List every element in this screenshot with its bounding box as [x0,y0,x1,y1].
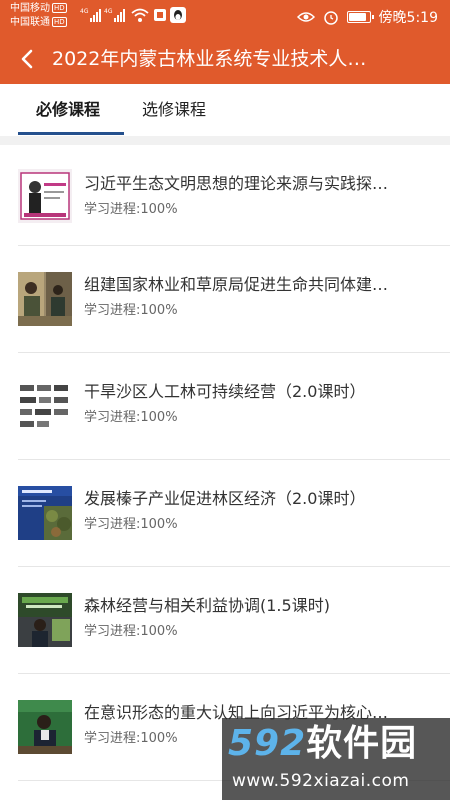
course-thumbnail [18,169,72,223]
battery-fill [348,13,366,21]
course-tabs: 必修课程 选修课程 [0,84,450,136]
watermark-logo-number: 592 [228,723,307,764]
course-title: 习近平生态文明思想的理论来源与实践探… [84,174,389,193]
course-progress: 学习进程:100% [84,202,178,217]
hd-badge: HD [52,3,67,13]
course-item[interactable]: 发展榛子产业促进林区经济（2.0课时） 学习进程:100% [18,460,450,567]
alarm-icon [323,11,338,25]
network-4g-label: 4G [104,8,113,15]
signal-icon: 4G [80,8,101,22]
wifi-icon [131,8,149,22]
carrier-1-label: 中国移动 [10,3,50,14]
notification-app-icon [154,9,166,21]
course-title: 发展榛子产业促进林区经济（2.0课时） [84,489,366,508]
watermark: 592软件园 www.592xiazai.com [222,718,450,800]
carrier-1: 中国移动 HD [10,3,67,14]
watermark-logo: 592软件园 [228,722,417,766]
course-title: 组建国家林业和草原局促进生命共同体建… [84,275,389,294]
watermark-logo-text: 软件园 [306,723,418,764]
battery-icon [346,11,374,23]
course-progress: 学习进程:100% [84,303,178,318]
course-item[interactable]: 习近平生态文明思想的理论来源与实践探… 学习进程:100% [18,145,450,246]
app-bar: 2022年内蒙古林业系统专业技术人… [0,34,450,84]
status-right: 傍晚5:19 [296,7,438,27]
course-item[interactable]: 组建国家林业和草原局促进生命共同体建… 学习进程:100% [18,246,450,353]
network-4g-label: 4G [80,8,89,15]
course-progress: 学习进程:100% [84,410,178,425]
course-progress: 学习进程:100% [84,517,178,532]
eye-icon [296,12,315,22]
course-title: 干旱沙区人工林可持续经营（2.0课时） [84,382,366,401]
course-item[interactable]: 森林经营与相关利益协调(1.5课时) 学习进程:100% [18,567,450,674]
course-progress: 学习进程:100% [84,731,178,746]
watermark-url: www.592xiazai.com [232,771,410,791]
tab-elective-courses[interactable]: 选修课程 [142,98,206,122]
section-divider [0,136,450,145]
clock: 傍晚5:19 [378,10,438,26]
status-bar: 中国移动 HD 中国联通 HD 4G 4G 傍晚5:19 [0,0,450,34]
hd-badge: HD [52,17,67,27]
course-list: 习近平生态文明思想的理论来源与实践探… 学习进程:100% 组建国家林业和草原局… [0,145,450,781]
course-item[interactable]: 干旱沙区人工林可持续经营（2.0课时） 学习进程:100% [18,353,450,460]
course-progress: 学习进程:100% [84,624,178,639]
course-thumbnail [18,272,72,326]
course-title: 森林经营与相关利益协调(1.5课时) [84,596,330,615]
carrier-2: 中国联通 HD [10,17,67,28]
qq-icon [170,7,186,23]
course-thumbnail [18,700,72,754]
course-thumbnail [18,486,72,540]
course-thumbnail [18,379,72,433]
course-thumbnail [18,593,72,647]
signal-icon: 4G [104,8,125,22]
carrier-2-label: 中国联通 [10,17,50,28]
tab-indicator [18,132,124,135]
back-arrow-icon[interactable] [14,46,42,72]
page-title: 2022年内蒙古林业系统专业技术人… [52,48,367,70]
tab-required-courses[interactable]: 必修课程 [36,98,100,122]
